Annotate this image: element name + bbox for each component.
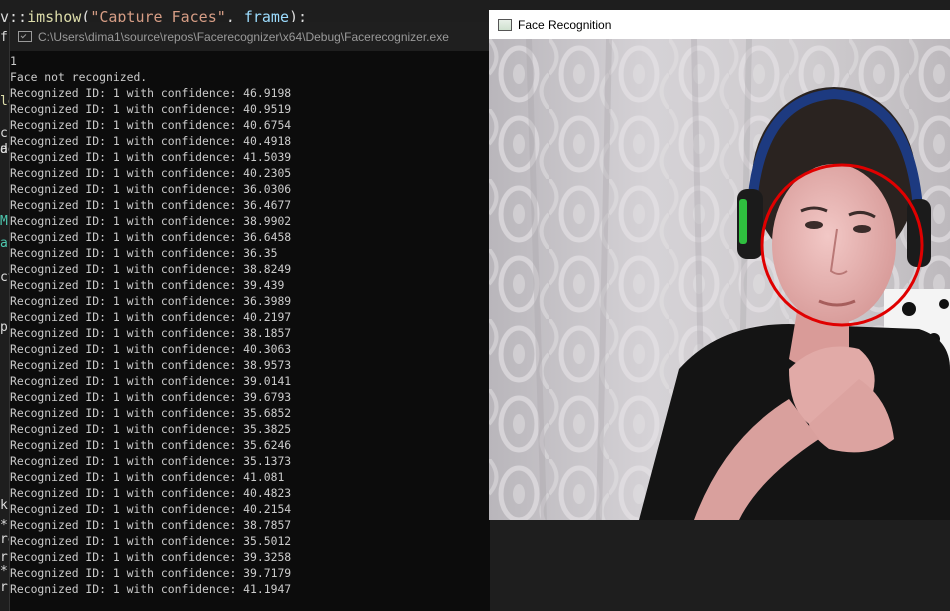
camera-image xyxy=(489,39,950,520)
editor-gutter: fledcadMacvpk*rer*r xyxy=(0,30,9,611)
editor-gutter-fragment: f xyxy=(0,30,8,45)
console-app-icon xyxy=(18,31,32,42)
console-line: Recognized ID: 1 with confidence: 36.398… xyxy=(10,294,292,308)
console-line: Recognized ID: 1 with confidence: 40.306… xyxy=(10,342,292,356)
console-window[interactable]: C:\Users\dima1\source\repos\Facerecogniz… xyxy=(9,22,490,611)
console-line: Recognized ID: 1 with confidence: 39.439 xyxy=(10,278,285,292)
console-titlebar[interactable]: C:\Users\dima1\source\repos\Facerecogniz… xyxy=(10,22,490,51)
editor-gutter-fragment: le xyxy=(0,94,9,109)
editor-gutter-fragment: a xyxy=(0,236,8,251)
console-line: Recognized ID: 1 with confidence: 38.824… xyxy=(10,262,292,276)
editor-gutter-fragment: r xyxy=(0,580,8,595)
console-line: Recognized ID: 1 with confidence: 40.230… xyxy=(10,166,292,180)
face-window-title: Face Recognition xyxy=(518,17,612,32)
console-line: Recognized ID: 1 with confidence: 35.137… xyxy=(10,454,292,468)
console-line: Recognized ID: 1 with confidence: 39.717… xyxy=(10,566,292,580)
editor-gutter-fragment: cv xyxy=(0,270,9,285)
console-line: Recognized ID: 1 with confidence: 40.482… xyxy=(10,486,292,500)
console-line: Recognized ID: 1 with confidence: 38.990… xyxy=(10,214,292,228)
console-line: Recognized ID: 1 with confidence: 40.219… xyxy=(10,310,292,324)
console-line: Recognized ID: 1 with confidence: 39.014… xyxy=(10,374,292,388)
camera-frame xyxy=(489,39,950,520)
console-line: Recognized ID: 1 with confidence: 35.501… xyxy=(10,534,292,548)
console-line: Recognized ID: 1 with confidence: 36.030… xyxy=(10,182,292,196)
console-line: Recognized ID: 1 with confidence: 39.325… xyxy=(10,550,292,564)
console-line: Recognized ID: 1 with confidence: 40.951… xyxy=(10,102,292,116)
console-output[interactable]: 1 Face not recognized. Recognized ID: 1 wi… xyxy=(10,51,490,597)
console-line: Recognized ID: 1 with confidence: 36.35 xyxy=(10,246,278,260)
console-line: Face not recognized. xyxy=(10,70,148,84)
window-app-icon xyxy=(498,18,512,31)
console-line: Recognized ID: 1 with confidence: 39.679… xyxy=(10,390,292,404)
editor-gutter-fragment: p xyxy=(0,320,8,335)
console-title: C:\Users\dima1\source\repos\Facerecogniz… xyxy=(38,29,449,44)
console-line: Recognized ID: 1 with confidence: 38.957… xyxy=(10,358,292,372)
console-line: Recognized ID: 1 with confidence: 41.081 xyxy=(10,470,285,484)
console-line: Recognized ID: 1 with confidence: 41.503… xyxy=(10,150,292,164)
editor-gutter-fragment: k xyxy=(0,498,8,513)
console-line: Recognized ID: 1 with confidence: 35.382… xyxy=(10,422,292,436)
console-line: Recognized ID: 1 with confidence: 35.624… xyxy=(10,438,292,452)
editor-gutter-fragment: * xyxy=(0,564,8,579)
editor-gutter-fragment: M xyxy=(0,214,8,229)
editor-gutter-fragment: re xyxy=(0,532,9,547)
editor-gutter-fragment: c xyxy=(0,126,8,141)
console-line: Recognized ID: 1 with confidence: 35.685… xyxy=(10,406,292,420)
console-line: Recognized ID: 1 with confidence: 40.215… xyxy=(10,502,292,516)
console-line: Recognized ID: 1 with confidence: 38.185… xyxy=(10,326,292,340)
console-line: Recognized ID: 1 with confidence: 46.919… xyxy=(10,86,292,100)
console-line: 1 xyxy=(10,54,17,68)
console-line: Recognized ID: 1 with confidence: 38.785… xyxy=(10,518,292,532)
console-line: Recognized ID: 1 with confidence: 40.675… xyxy=(10,118,292,132)
console-line: Recognized ID: 1 with confidence: 36.467… xyxy=(10,198,292,212)
console-line: Recognized ID: 1 with confidence: 40.491… xyxy=(10,134,292,148)
console-line: Recognized ID: 1 with confidence: 36.645… xyxy=(10,230,292,244)
console-line: Recognized ID: 1 with confidence: 41.194… xyxy=(10,582,292,596)
face-window-titlebar[interactable]: Face Recognition xyxy=(489,10,950,39)
editor-gutter-fragment: ad xyxy=(0,142,9,157)
face-recognition-window[interactable]: Face Recognition xyxy=(489,10,950,520)
